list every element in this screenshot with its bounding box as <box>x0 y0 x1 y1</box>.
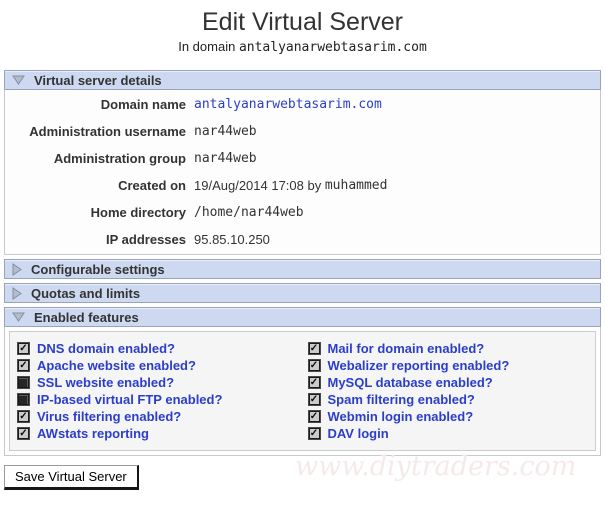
section-header-configurable-settings[interactable]: Configurable settings <box>4 259 601 279</box>
feature-checkbox[interactable] <box>307 427 321 440</box>
feature-checkbox[interactable] <box>17 376 30 389</box>
feature-row: IP-based virtual FTP enabled? <box>12 391 303 408</box>
feature-row: Mail for domain enabled? <box>303 340 594 357</box>
feature-row: MySQL database enabled? <box>303 374 594 391</box>
detail-row: Created on 19/Aug/2014 17:08 by muhammed <box>5 172 600 199</box>
feature-checkbox[interactable] <box>17 342 30 355</box>
detail-value-link[interactable]: antalyanarwebtasarim.com <box>194 97 382 112</box>
feature-checkbox[interactable] <box>17 410 30 423</box>
feature-row: AWstats reporting <box>12 425 303 442</box>
section-virtual-server-details: Virtual server details Domain name antaly… <box>4 70 601 255</box>
detail-label: Created on <box>118 178 186 193</box>
subtitle-prefix: In domain <box>178 39 236 54</box>
main-content: Virtual server details Domain name antaly… <box>4 70 601 456</box>
section-header-virtual-server-details[interactable]: Virtual server details <box>4 70 601 90</box>
detail-label: Domain name <box>100 97 186 112</box>
detail-label: IP addresses <box>106 232 186 247</box>
detail-row: Home directory/home/nar44web <box>5 199 600 226</box>
feature-checkbox[interactable] <box>307 342 321 355</box>
detail-value: 95.85.10.250 <box>194 232 270 247</box>
page-title: Edit Virtual Server <box>201 8 403 36</box>
section-title: Enabled features <box>34 309 139 325</box>
expand-triangle-icon <box>12 286 22 300</box>
feature-label: MySQL database enabled? <box>327 375 493 390</box>
section-header-enabled-features[interactable]: Enabled features <box>4 307 601 327</box>
feature-label: SSL website enabled? <box>37 375 175 390</box>
feature-label: Mail for domain enabled? <box>327 341 485 356</box>
detail-row: Domain name antalyanarwebtasarim.com <box>5 91 600 118</box>
collapse-triangle-icon <box>12 75 25 85</box>
section-enabled-features: Enabled features DNS domain enabled? Apac… <box>4 307 601 456</box>
feature-label: Apache website enabled? <box>37 358 196 373</box>
detail-label: Administration group <box>53 151 186 166</box>
domain-text: antalyanarwebtasarim.com <box>238 40 427 55</box>
features-column-left: DNS domain enabled? Apache website enable… <box>12 340 303 442</box>
detail-value: nar44web <box>194 124 257 139</box>
detail-value: nar44web <box>194 151 257 166</box>
feature-label: Webalizer reporting enabled? <box>327 358 510 373</box>
section-title: Virtual server details <box>34 72 162 88</box>
feature-label: AWstats reporting <box>37 426 149 441</box>
feature-row: SSL website enabled? <box>12 374 303 391</box>
expand-triangle-icon <box>12 262 22 276</box>
feature-row: DNS domain enabled? <box>12 340 303 357</box>
feature-row: Webalizer reporting enabled? <box>303 357 594 374</box>
save-button[interactable]: Save Virtual Server <box>4 465 139 490</box>
feature-row: Webmin login enabled? <box>303 408 594 425</box>
detail-row: Administration group nar44web <box>5 145 600 172</box>
feature-checkbox[interactable] <box>17 393 30 406</box>
feature-checkbox[interactable] <box>307 359 321 372</box>
detail-row: Administration username nar44web <box>5 118 600 145</box>
detail-row: IP addresses 95.85.10.250 <box>5 226 600 253</box>
features-box: DNS domain enabled? Apache website enable… <box>9 331 596 451</box>
feature-label: Spam filtering enabled? <box>327 392 475 407</box>
section-header-quotas-and-limits[interactable]: Quotas and limits <box>4 283 601 303</box>
feature-label: IP-based virtual FTP enabled? <box>37 392 223 407</box>
feature-checkbox[interactable] <box>17 427 30 440</box>
feature-label: DNS domain enabled? <box>37 341 175 356</box>
feature-label: Virus filtering enabled? <box>37 409 182 424</box>
feature-checkbox[interactable] <box>307 376 321 389</box>
detail-value: 19/Aug/2014 17:08 by <box>194 178 325 193</box>
feature-row: DAV login <box>303 425 594 442</box>
page-subtitle: In domain antalyanarwebtasarim.com <box>0 39 605 55</box>
feature-row: Spam filtering enabled? <box>303 391 594 408</box>
feature-row: Apache website enabled? <box>12 357 303 374</box>
detail-value-mono: muhammed <box>324 178 388 193</box>
section-title: Configurable settings <box>31 261 165 277</box>
feature-checkbox[interactable] <box>307 393 321 406</box>
detail-value: /home/nar44web <box>194 205 304 220</box>
feature-label: Webmin login enabled? <box>327 409 474 424</box>
feature-label: DAV login <box>327 426 389 441</box>
features-body: DNS domain enabled? Apache website enable… <box>4 327 601 456</box>
detail-label: Administration username <box>29 124 186 139</box>
feature-checkbox[interactable] <box>307 410 321 423</box>
section-title: Quotas and limits <box>31 285 141 301</box>
details-body: Domain name antalyanarwebtasarim.com Admin… <box>4 90 601 255</box>
feature-checkbox[interactable] <box>17 359 30 372</box>
features-column-right: Mail for domain enabled? Webalizer report… <box>303 340 594 442</box>
feature-row: Virus filtering enabled? <box>12 408 303 425</box>
detail-label: Home directory <box>90 205 186 220</box>
collapse-triangle-icon <box>12 312 25 322</box>
